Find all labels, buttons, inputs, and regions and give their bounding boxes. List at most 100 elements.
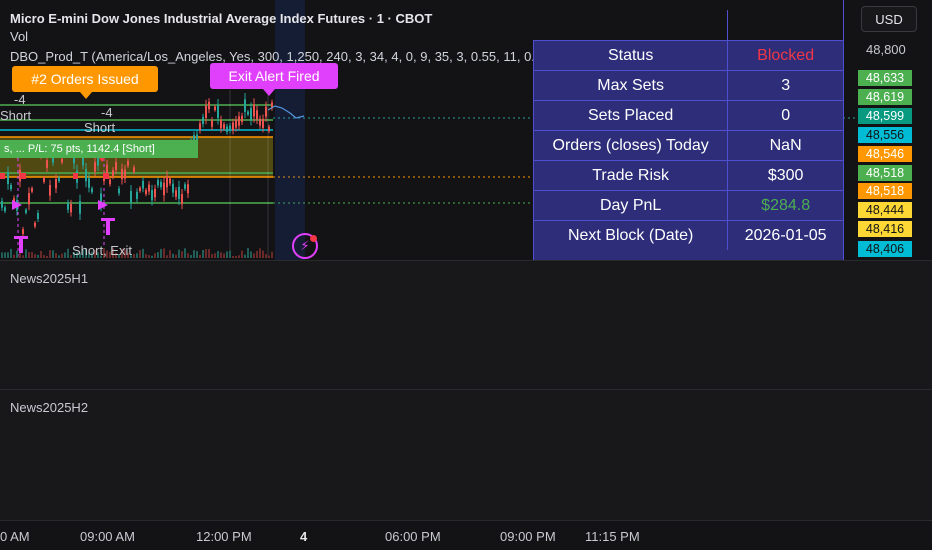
news-pane-h2[interactable]: News2025H2 (0, 389, 932, 520)
volume-indicator-label[interactable]: Vol (10, 29, 28, 44)
volume-series (1, 248, 273, 258)
volume-bar (244, 254, 246, 258)
candle-body (247, 111, 249, 115)
exit-marker-icon (101, 218, 115, 235)
candle-body (241, 115, 243, 122)
entry-arrow-icon (103, 173, 109, 179)
volume-bar (142, 248, 144, 258)
candle-body (124, 169, 126, 179)
volume-bar (31, 252, 33, 258)
time-axis[interactable]: 0 AM 09:00 AM 12:00 PM 4 06:00 PM 09:00 … (0, 520, 932, 550)
entry-arrow-icon (0, 173, 5, 179)
exit-alert-callout: Exit Alert Fired (210, 63, 338, 89)
volume-bar (190, 255, 192, 258)
candle-body (91, 188, 93, 193)
stats-row: Next Block (Date) 2026-01-05 (532, 220, 844, 251)
candle-body (49, 185, 51, 196)
candle-body (145, 190, 147, 195)
candle-body (226, 126, 228, 132)
volume-bar (232, 255, 234, 258)
stats-table-divider (727, 10, 728, 40)
candle-body (160, 181, 162, 188)
news-pane-label[interactable]: News2025H2 (10, 400, 88, 415)
volume-bar (214, 253, 216, 258)
lightning-alert-icon[interactable]: ⚡ (292, 233, 318, 259)
short-label: Short (0, 108, 32, 123)
price-tag: 48,406 (858, 241, 912, 257)
volume-bar (64, 252, 66, 258)
volume-bar (154, 253, 156, 258)
volume-bar (148, 254, 150, 258)
news-pane-label[interactable]: News2025H1 (10, 271, 88, 286)
volume-bar (238, 255, 240, 258)
symbol-title[interactable]: Micro E-mini Dow Jones Industrial Averag… (10, 11, 432, 26)
volume-bar (43, 255, 45, 258)
volume-bar (226, 251, 228, 258)
volume-bar (61, 253, 63, 258)
time-label: 06:00 PM (385, 529, 441, 544)
volume-bar (181, 251, 183, 258)
stats-row: Day PnL $284.8 (532, 190, 844, 221)
order-qty-label: -4 (101, 105, 113, 120)
volume-bar (205, 249, 207, 258)
candle-body (67, 202, 69, 210)
candle-body (70, 204, 72, 213)
candle-body (43, 177, 45, 182)
candle-body (25, 209, 27, 213)
short-label: Short (84, 120, 116, 135)
candle-body (106, 164, 108, 175)
volume-bar (262, 250, 264, 258)
price-tag: 48,619 (858, 89, 912, 105)
volume-bar (217, 251, 219, 258)
candle-body (37, 213, 39, 220)
volume-bar (271, 251, 273, 258)
volume-bar (160, 248, 162, 258)
volume-bar (157, 252, 159, 258)
volume-bar (151, 255, 153, 258)
stats-row: Trade Risk $300 (532, 160, 844, 191)
order-qty-label: -4 (14, 92, 26, 107)
price-tag: 48,556 (858, 127, 912, 143)
volume-bar (4, 252, 6, 258)
price-tag: 48,416 (858, 221, 912, 237)
volume-bar (175, 254, 177, 258)
volume-bar (1, 252, 3, 258)
stats-value: $284.8 (727, 190, 844, 221)
candle-body (178, 186, 180, 200)
stats-row: Orders (closes) Today NaN (532, 130, 844, 161)
candle-body (259, 118, 261, 126)
volume-bar (58, 255, 60, 258)
volume-bar (223, 253, 225, 258)
candle-body (28, 193, 30, 205)
volume-bar (178, 249, 180, 258)
volume-bar (193, 250, 195, 258)
candle-body (229, 125, 231, 131)
volume-bar (37, 254, 39, 258)
volume-bar (28, 252, 30, 258)
candle-body (220, 119, 222, 129)
candle-body (118, 188, 120, 194)
currency-button[interactable]: USD (861, 6, 917, 32)
volume-bar (163, 248, 165, 258)
volume-bar (22, 255, 24, 258)
candle-body (115, 162, 117, 171)
candle-body (10, 184, 12, 190)
marker-flag-icon (98, 200, 108, 210)
news-pane-h1[interactable]: News2025H1 (0, 260, 932, 389)
time-label: 09:00 PM (500, 529, 556, 544)
stats-value: 0 (727, 100, 844, 131)
volume-bar (40, 251, 42, 258)
candle-body (148, 184, 150, 192)
volume-bar (208, 248, 210, 258)
volume-bar (16, 250, 18, 258)
short-exit-label: Short, Exit (72, 243, 132, 258)
candle-body (22, 229, 24, 234)
candle-body (4, 207, 6, 212)
volume-bar (34, 254, 36, 258)
candle-body (250, 108, 252, 120)
stats-label: Trade Risk (532, 160, 729, 191)
candle-body (208, 101, 210, 110)
candle-body (154, 188, 156, 198)
pl-label: s, ... P/L: 75 pts, 1142.4 [Short] (0, 140, 198, 158)
stats-table-footer (533, 250, 844, 260)
